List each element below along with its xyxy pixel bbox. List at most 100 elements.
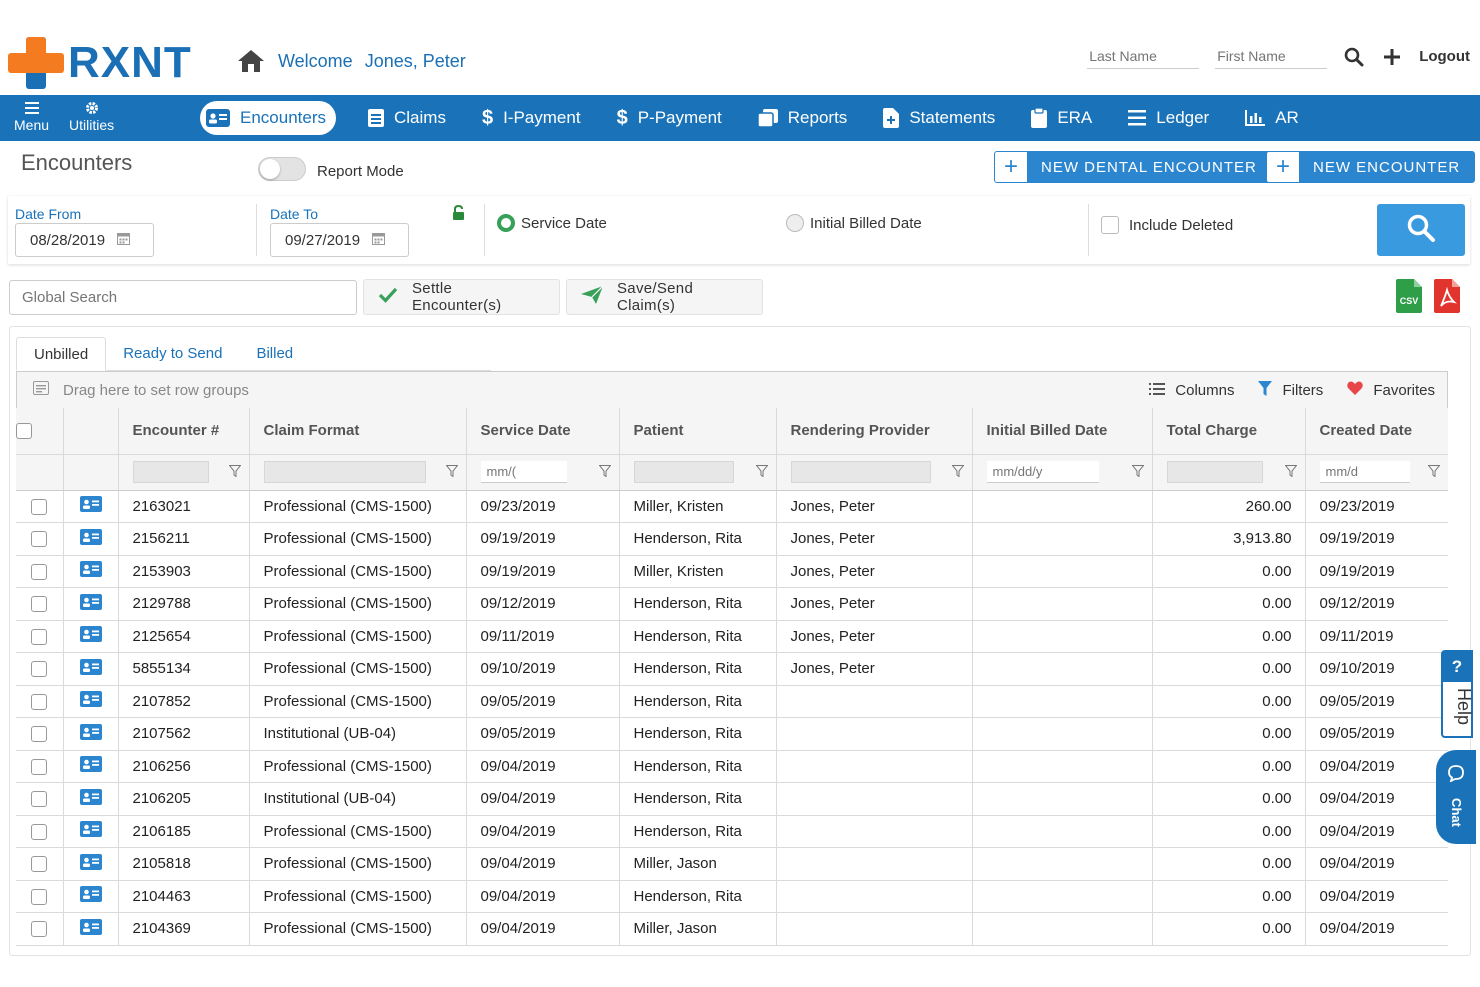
new-dental-encounter-button[interactable]: + NEW DENTAL ENCOUNTER — [994, 151, 1272, 183]
nav-item-ar[interactable]: AR — [1227, 101, 1317, 135]
tab-ready-to-send[interactable]: Ready to Send — [106, 336, 239, 370]
nav-item-ledger[interactable]: Ledger — [1110, 101, 1227, 135]
row-checkbox[interactable] — [31, 791, 48, 808]
date-filter-input[interactable] — [1319, 461, 1410, 483]
filter-funnel-icon[interactable] — [444, 464, 459, 481]
global-search-input[interactable] — [9, 280, 357, 315]
column-header[interactable]: Rendering Provider — [775, 408, 972, 455]
column-filter-input[interactable] — [263, 461, 426, 483]
row-checkbox[interactable] — [31, 726, 48, 743]
include-deleted-checkbox[interactable]: Include Deleted — [1101, 216, 1233, 234]
new-encounter-button[interactable]: + NEW ENCOUNTER — [1266, 151, 1476, 183]
encounter-number[interactable]: 2106256 — [117, 750, 249, 783]
help-tab[interactable]: ? Help — [1441, 650, 1474, 738]
column-filter-input[interactable] — [132, 461, 209, 483]
encounter-number[interactable]: 2107852 — [117, 685, 249, 718]
column-header[interactable]: Patient — [618, 408, 776, 455]
pdf-export-icon[interactable] — [1434, 279, 1460, 313]
favorites-button[interactable]: Favorites — [1347, 381, 1435, 399]
encounter-number[interactable]: 2107562 — [117, 717, 249, 751]
filter-funnel-icon[interactable] — [1130, 464, 1145, 481]
service-date-radio[interactable]: Service Date — [497, 214, 607, 232]
patient-card-icon[interactable] — [79, 691, 102, 711]
patient-card-icon[interactable] — [79, 658, 102, 679]
calendar-icon[interactable] — [372, 232, 386, 249]
column-filter-input[interactable] — [1166, 461, 1263, 483]
table-row[interactable]: 2156211 Professional (CMS-1500) 09/19/2019… — [16, 522, 1448, 556]
table-row[interactable]: 2125654 Professional (CMS-1500) 09/11/2019… — [16, 620, 1448, 653]
menu-button[interactable]: Menu — [14, 99, 49, 133]
csv-export-icon[interactable]: CSV — [1396, 279, 1422, 313]
plus-icon[interactable] — [1381, 46, 1403, 68]
row-checkbox[interactable] — [31, 661, 48, 678]
table-row[interactable]: 5855134 Professional (CMS-1500) 09/10/2019… — [16, 652, 1448, 686]
patient-card-icon[interactable] — [79, 561, 102, 581]
patient-card-icon[interactable] — [79, 723, 102, 744]
rxnt-logo[interactable]: RXNT — [8, 37, 192, 89]
date-from-field[interactable]: 08/28/2019 — [15, 223, 154, 257]
filter-funnel-icon[interactable] — [597, 464, 612, 481]
column-header[interactable]: Service Date — [465, 408, 619, 455]
patient-card-icon[interactable] — [79, 626, 102, 646]
filter-funnel-icon[interactable] — [950, 464, 965, 481]
unlock-icon[interactable] — [452, 204, 465, 225]
column-header[interactable]: Total Charge — [1151, 408, 1305, 455]
column-header[interactable]: Created Date — [1304, 408, 1448, 455]
patient-card-icon[interactable] — [79, 788, 102, 809]
row-checkbox[interactable] — [31, 693, 48, 710]
row-checkbox[interactable] — [31, 758, 48, 775]
date-to-field[interactable]: 09/27/2019 — [270, 223, 409, 257]
filter-funnel-icon[interactable] — [227, 464, 242, 481]
encounter-number[interactable]: 2105818 — [117, 847, 249, 881]
encounter-number[interactable]: 2104463 — [117, 880, 249, 913]
checkbox[interactable] — [1101, 216, 1119, 234]
nav-item-statements[interactable]: Statements — [865, 101, 1013, 135]
home-icon[interactable] — [236, 48, 266, 74]
row-checkbox[interactable] — [31, 921, 48, 938]
row-checkbox[interactable] — [31, 596, 48, 613]
column-header[interactable]: Claim Format — [248, 408, 466, 455]
settle-encounters-button[interactable]: Settle Encounter(s) — [363, 279, 560, 315]
column-filter-input[interactable] — [633, 461, 734, 483]
table-row[interactable]: 2107852 Professional (CMS-1500) 09/05/2019… — [16, 685, 1448, 718]
column-filter-input[interactable] — [790, 461, 931, 483]
patient-card-icon[interactable] — [79, 821, 102, 841]
patient-card-icon[interactable] — [79, 496, 102, 516]
table-row[interactable]: 2105818 Professional (CMS-1500) 09/04/2019… — [16, 847, 1448, 881]
user-name[interactable]: Jones, Peter — [365, 51, 466, 72]
encounter-number[interactable]: 5855134 — [117, 652, 249, 686]
chat-tab[interactable]: Chat — [1436, 750, 1476, 844]
save-send-claims-button[interactable]: Save/Send Claim(s) — [566, 279, 763, 315]
column-header[interactable]: Encounter # — [117, 408, 249, 455]
encounter-number[interactable]: 2106185 — [117, 815, 249, 848]
row-checkbox[interactable] — [31, 856, 48, 873]
row-checkbox[interactable] — [31, 628, 48, 645]
report-mode-toggle[interactable] — [258, 157, 306, 181]
table-row[interactable]: 2153903 Professional (CMS-1500) 09/19/2019… — [16, 555, 1448, 588]
search-icon[interactable] — [1343, 46, 1365, 68]
patient-card-icon[interactable] — [79, 756, 102, 776]
encounter-number[interactable]: 2156211 — [117, 522, 249, 556]
encounter-number[interactable]: 2104369 — [117, 912, 249, 946]
row-checkbox[interactable] — [31, 498, 48, 515]
date-filter-input[interactable] — [480, 461, 567, 483]
patient-card-icon[interactable] — [79, 528, 102, 549]
patient-card-icon[interactable] — [79, 853, 102, 874]
nav-item-era[interactable]: ERA — [1013, 101, 1110, 135]
date-filter-input[interactable] — [986, 461, 1099, 483]
table-row[interactable]: 2104463 Professional (CMS-1500) 09/04/2019… — [16, 880, 1448, 913]
encounter-number[interactable]: 2129788 — [117, 587, 249, 621]
select-all-checkbox[interactable] — [16, 423, 32, 440]
patient-card-icon[interactable] — [79, 918, 102, 939]
encounter-number[interactable]: 2125654 — [117, 620, 249, 653]
initial-billed-date-radio[interactable]: Initial Billed Date — [786, 214, 922, 232]
row-checkbox[interactable] — [31, 563, 48, 580]
filter-funnel-icon[interactable] — [1283, 464, 1298, 481]
patient-card-icon[interactable] — [79, 593, 102, 614]
row-checkbox[interactable] — [31, 823, 48, 840]
table-row[interactable]: 2106185 Professional (CMS-1500) 09/04/2019… — [16, 815, 1448, 848]
logout-link[interactable]: Logout — [1419, 48, 1470, 65]
filters-button[interactable]: Filters — [1258, 380, 1323, 400]
row-checkbox[interactable] — [31, 888, 48, 905]
table-row[interactable]: 2106205 Institutional (UB-04) 09/04/2019 He… — [16, 782, 1448, 816]
